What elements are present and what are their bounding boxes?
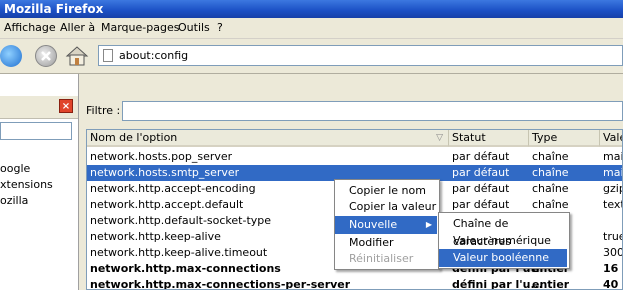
cell-value: 16: [603, 262, 619, 275]
table-row[interactable]: network.hosts.pop_server par défaut chaîne…: [87, 149, 622, 165]
table-row[interactable]: network.http.max-connections-per-server d…: [87, 277, 622, 290]
cell-name: network.hosts.pop_server: [90, 150, 233, 163]
submenu-arrow-icon: ▶: [425, 220, 432, 229]
cell-value: 40: [603, 278, 619, 290]
page-icon: [103, 49, 113, 62]
filter-input[interactable]: [122, 101, 623, 121]
menu-bar: Affichage Aller à Marque-pages Outils ?: [0, 18, 623, 39]
cell-value: 300: [603, 246, 623, 259]
cell-name: network.http.default-socket-type: [90, 214, 272, 227]
submenu-item-integer[interactable]: Valeur numérique: [439, 232, 567, 250]
cell-name: network.http.max-connections-per-server: [90, 278, 351, 290]
cell-status: par défaut: [452, 182, 510, 195]
filter-label: Filtre :: [86, 104, 121, 117]
new-submenu: Chaîne de caractères Valeur numérique Va…: [438, 212, 570, 269]
sidebar-item[interactable]: xtensions: [0, 178, 53, 191]
stop-x-icon: [41, 51, 51, 61]
column-header-value[interactable]: Valeu: [600, 130, 622, 147]
cell-type: entier: [532, 278, 570, 290]
menu-help[interactable]: ?: [217, 21, 223, 34]
context-menu: Copier le nom Copier la valeur Nouvelle …: [334, 179, 440, 270]
sidebar-item[interactable]: ozilla: [0, 194, 28, 207]
submenu-item-boolean[interactable]: Valeur booléenne: [439, 249, 567, 267]
menu-item-label: Nouvelle: [349, 218, 398, 231]
cell-value: text/x: [603, 198, 622, 211]
cell-status: par défaut: [452, 198, 510, 211]
cell-name: network.http.accept-encoding: [90, 182, 256, 195]
menu-aller-a[interactable]: Aller à: [60, 21, 95, 34]
column-header-name[interactable]: Nom de l'option ▽: [87, 130, 449, 147]
cell-name: network.http.max-connections: [90, 262, 281, 275]
column-header-status[interactable]: Statut: [449, 130, 529, 147]
menu-item-label: Copier la valeur: [349, 200, 437, 213]
stop-icon[interactable]: [35, 45, 57, 67]
home-icon[interactable]: [65, 45, 89, 67]
menu-item-reset: Réinitialiser: [335, 250, 437, 268]
sort-icon: ▽: [436, 133, 443, 143]
column-header-label: Nom de l'option: [90, 131, 178, 144]
menu-affichage[interactable]: Affichage: [4, 21, 56, 34]
cell-value: gzip,d: [603, 182, 622, 195]
submenu-item-string[interactable]: Chaîne de caractères: [439, 215, 567, 248]
menu-item-label: Copier le nom: [349, 184, 426, 197]
cell-type: chaîne: [532, 198, 569, 211]
menu-item-label: Valeur numérique: [453, 234, 551, 247]
menu-item-label: Réinitialiser: [349, 252, 414, 265]
cell-name: network.http.keep-alive: [90, 230, 221, 243]
cell-value: mail: [603, 150, 622, 163]
cell-name: network.http.keep-alive.timeout: [90, 246, 268, 259]
menu-item-copy-value[interactable]: Copier la valeur: [335, 198, 437, 216]
home-house-icon: [65, 46, 89, 66]
menu-item-label: Valeur booléenne: [453, 251, 549, 264]
cell-status: par défaut: [452, 166, 510, 179]
sidebar-item[interactable]: oogle: [0, 162, 30, 175]
cell-type: chaîne: [532, 182, 569, 195]
reload-icon[interactable]: [0, 45, 22, 67]
cell-status: par défaut: [452, 150, 510, 163]
cell-name: network.hosts.smtp_server: [90, 166, 240, 179]
cell-name: network.http.accept.default: [90, 198, 244, 211]
menu-marque-pages[interactable]: Marque-pages: [101, 21, 179, 34]
window-title: Mozilla Firefox: [0, 0, 623, 18]
column-header-type[interactable]: Type: [529, 130, 600, 147]
cell-type: chaîne: [532, 166, 569, 179]
cell-status: défini par l'u...: [452, 278, 543, 290]
address-text: about:config: [119, 49, 189, 62]
address-bar[interactable]: about:config: [98, 45, 623, 66]
cell-value: true: [603, 230, 622, 243]
close-icon[interactable]: ×: [59, 99, 73, 113]
cell-type: chaîne: [532, 150, 569, 163]
cell-value: mail: [603, 166, 622, 179]
menu-item-label: Modifier: [349, 236, 394, 249]
menu-outils[interactable]: Outils: [178, 21, 210, 34]
menu-item-new[interactable]: Nouvelle ▶: [335, 216, 437, 234]
sidebar-search-input[interactable]: [0, 122, 72, 140]
